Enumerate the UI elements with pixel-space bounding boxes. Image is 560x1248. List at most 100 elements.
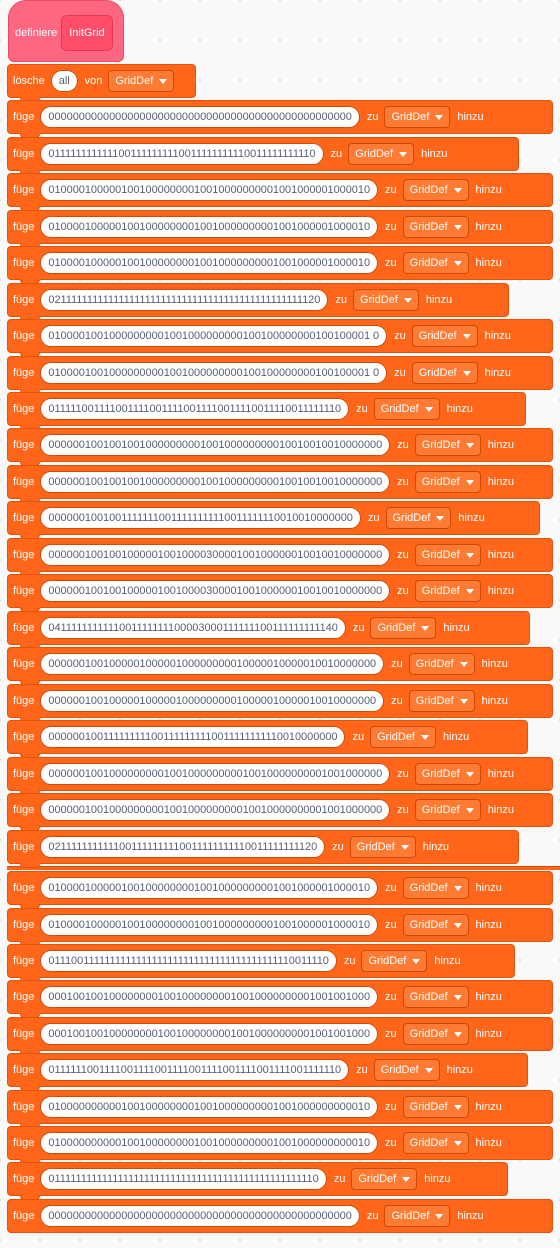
list-dropdown[interactable]: GridDef: [414, 471, 481, 493]
delete-value-input[interactable]: all: [50, 70, 78, 92]
add-to-list-block[interactable]: füge 041111111111100111111110000300011111…: [7, 611, 530, 649]
grid-row-input[interactable]: 0100000000001001000000001001000000000100…: [40, 1096, 379, 1118]
list-dropdown[interactable]: GridDef: [370, 726, 436, 748]
list-dropdown[interactable]: GridDef: [414, 434, 481, 456]
grid-row-input[interactable]: 0111111111111111111111111111111111111111…: [40, 1168, 327, 1190]
add-to-list-block[interactable]: füge 000100100100000000100100000000100100…: [7, 1017, 553, 1055]
grid-row-input[interactable]: 0111111001111001111001111001111001111001…: [40, 1059, 350, 1081]
grid-row-input[interactable]: 0000001001000001000001000000000100000100…: [40, 653, 385, 675]
delete-block[interactable]: lösche all von GridDef: [7, 64, 196, 102]
add-to-list-block[interactable]: füge 010000100000100100000000100100000000…: [7, 908, 553, 946]
add-to-list-block[interactable]: füge 010000100000100100000000100100000000…: [7, 210, 553, 248]
grid-row-input[interactable]: 0000001001111111110011111111100111111111…: [40, 726, 346, 748]
grid-row-input[interactable]: 0111111111111001111111110011111111110011…: [40, 143, 324, 165]
define-block-hat[interactable]: definiere InitGrid: [8, 0, 124, 62]
add-to-list-block[interactable]: füge 000000100100111111100111111111100111…: [7, 501, 540, 539]
list-dropdown[interactable]: GridDef: [414, 763, 481, 785]
list-dropdown[interactable]: GridDef: [352, 289, 419, 311]
grid-row-input[interactable]: 0100001000001001000000001001000000000100…: [40, 216, 379, 238]
list-dropdown[interactable]: GridDef: [384, 106, 451, 128]
grid-row-input[interactable]: 0000001001001000001001000030000100100000…: [40, 544, 391, 566]
add-to-list-block[interactable]: füge 000000100111111111001111111110011111…: [7, 720, 528, 758]
add-to-list-block[interactable]: füge 000000000000000000000000000000000000…: [7, 100, 553, 138]
add-to-list-block[interactable]: füge 010000100000100100000000100100000000…: [7, 246, 553, 284]
grid-row-input[interactable]: 0000001001000001000001000000000100000100…: [40, 690, 385, 712]
list-dropdown[interactable]: GridDef: [349, 836, 416, 858]
list-dropdown[interactable]: GridDef: [373, 1059, 440, 1081]
list-dropdown[interactable]: GridDef: [414, 799, 481, 821]
grid-row-input[interactable]: 0411111111111001111111100003000111111100…: [40, 617, 346, 639]
add-to-list-block[interactable]: füge 000100100100000000100100000000100100…: [7, 980, 553, 1018]
add-to-list-block[interactable]: füge 011111001111001111001111001111001111…: [7, 392, 526, 430]
add-to-list-block[interactable]: füge 000000100100000100000100000000010000…: [7, 684, 553, 722]
grid-row-input[interactable]: 0100001000001001000000001001000000000100…: [40, 877, 379, 899]
add-to-list-block[interactable]: füge 000000100100100100000000010010000000…: [7, 465, 553, 503]
add-to-list-block[interactable]: füge 000000100100100000100100003000010010…: [7, 538, 553, 576]
grid-row-input[interactable]: 0000001001000000000100100000000010010000…: [40, 799, 391, 821]
list-dropdown[interactable]: GridDef: [384, 1205, 451, 1227]
procedure-prototype[interactable]: InitGrid: [61, 15, 113, 51]
grid-row-input[interactable]: 0000001001000000000100100000000010010000…: [40, 763, 391, 785]
add-to-list-block[interactable]: füge 021111111111111111111111111111111111…: [7, 283, 509, 321]
list-dropdown[interactable]: GridDef: [408, 690, 475, 712]
grid-row-input[interactable]: 0111001111111111111111111111111111111111…: [40, 950, 337, 972]
add-to-list-block[interactable]: füge 011111111111100111111111001111111111…: [7, 137, 519, 175]
list-dropdown[interactable]: GridDef: [348, 143, 415, 165]
add-to-list-block[interactable]: füge 000000100100100100000000010010000000…: [7, 428, 553, 466]
grid-row-input[interactable]: 0111110011110011110011110011110011110011…: [40, 398, 350, 420]
grid-row-input[interactable]: 0000001001001000001001000030000100100000…: [40, 580, 391, 602]
add-to-list-block[interactable]: füge 021111111111100111111111001111111111…: [7, 830, 519, 868]
add-to-list-block[interactable]: füge 000000100100000100000100000000010000…: [7, 647, 553, 685]
grid-row-input[interactable]: 0001001001000000001001000000001001000000…: [40, 1023, 379, 1045]
list-dropdown[interactable]: GridDef: [402, 216, 469, 238]
add-suffix-label: hinzu: [424, 1173, 451, 1185]
add-to-list-block[interactable]: füge 010000000000100100000000100100000000…: [7, 1126, 553, 1164]
grid-row-input[interactable]: 0100001000001001000000001001000000000100…: [40, 914, 379, 936]
list-dropdown[interactable]: GridDef: [402, 1096, 469, 1118]
grid-row-input[interactable]: 0000000000000000000000000000000000000000…: [40, 1205, 360, 1227]
grid-row-input[interactable]: 0001001001000000001001000000001001000000…: [40, 986, 379, 1008]
grid-row-input[interactable]: 0211111111111111111111111111111111111111…: [40, 289, 329, 311]
list-dropdown[interactable]: GridDef: [402, 252, 469, 274]
grid-row-input[interactable]: 0211111111111001111111110011111111110011…: [40, 836, 326, 858]
list-dropdown[interactable]: GridDef: [108, 70, 175, 92]
list-dropdown[interactable]: GridDef: [370, 617, 437, 639]
list-dropdown[interactable]: GridDef: [361, 950, 428, 972]
grid-row-input[interactable]: 0000001001001001000000000100100000000010…: [40, 434, 391, 456]
add-to-list-block[interactable]: füge 010000100000100100000000100100000000…: [7, 871, 553, 909]
add-to-list-block[interactable]: füge 000000100100100000100100003000010010…: [7, 574, 553, 612]
add-to-list-block[interactable]: füge 010000000000100100000000100100000000…: [7, 1090, 553, 1128]
list-dropdown[interactable]: GridDef: [411, 362, 478, 384]
grid-row-input[interactable]: 0000001001001111111001111111111001111111…: [40, 507, 361, 529]
grid-row-input[interactable]: 0100000000001001000000001001000000000100…: [40, 1132, 379, 1154]
list-dropdown[interactable]: GridDef: [411, 325, 478, 347]
add-to-list-block[interactable]: füge 011100111111111111111111111111111111…: [7, 944, 515, 982]
grid-row-input[interactable]: 0100001001000000000100100000000010010000…: [40, 325, 388, 347]
list-dropdown-label: GridDef: [391, 111, 430, 123]
grid-row-input[interactable]: 0000000000000000000000000000000000000000…: [40, 106, 360, 128]
grid-row-input[interactable]: 0100001001000000000100100000000010010000…: [40, 362, 388, 384]
list-dropdown[interactable]: GridDef: [402, 877, 469, 899]
list-dropdown[interactable]: GridDef: [402, 179, 469, 201]
add-to-list-block[interactable]: füge 011111111111111111111111111111111111…: [7, 1162, 508, 1200]
grid-row-input[interactable]: 0000001001001001000000000100100000000010…: [40, 471, 391, 493]
list-dropdown[interactable]: GridDef: [414, 580, 481, 602]
add-to-list-block[interactable]: füge 000000100100000000010010000000001001…: [7, 757, 553, 795]
list-dropdown[interactable]: GridDef: [402, 986, 469, 1008]
list-dropdown[interactable]: GridDef: [373, 398, 440, 420]
list-dropdown[interactable]: GridDef: [402, 914, 469, 936]
grid-row-input[interactable]: 0100001000001001000000001001000000000100…: [40, 179, 379, 201]
list-dropdown[interactable]: GridDef: [385, 507, 452, 529]
list-dropdown[interactable]: GridDef: [408, 653, 475, 675]
add-to-list-block[interactable]: füge 000000000000000000000000000000000000…: [7, 1199, 553, 1233]
list-dropdown[interactable]: GridDef: [351, 1168, 418, 1190]
add-to-list-block[interactable]: füge 011111100111100111100111100111100111…: [7, 1053, 528, 1091]
add-to-list-block[interactable]: füge 010000100100000000010010000000001001…: [7, 356, 553, 394]
list-dropdown[interactable]: GridDef: [414, 544, 481, 566]
list-dropdown[interactable]: GridDef: [402, 1023, 469, 1045]
list-dropdown[interactable]: GridDef: [402, 1132, 469, 1154]
add-to-list-block[interactable]: füge 000000100100000000010010000000001001…: [7, 793, 553, 831]
grid-row-input[interactable]: 0100001000001001000000001001000000000100…: [40, 252, 379, 274]
add-to-list-block[interactable]: füge 010000100100000000010010000000001001…: [7, 319, 553, 357]
add-to-list-block[interactable]: füge 010000100000100100000000100100000000…: [7, 173, 553, 211]
